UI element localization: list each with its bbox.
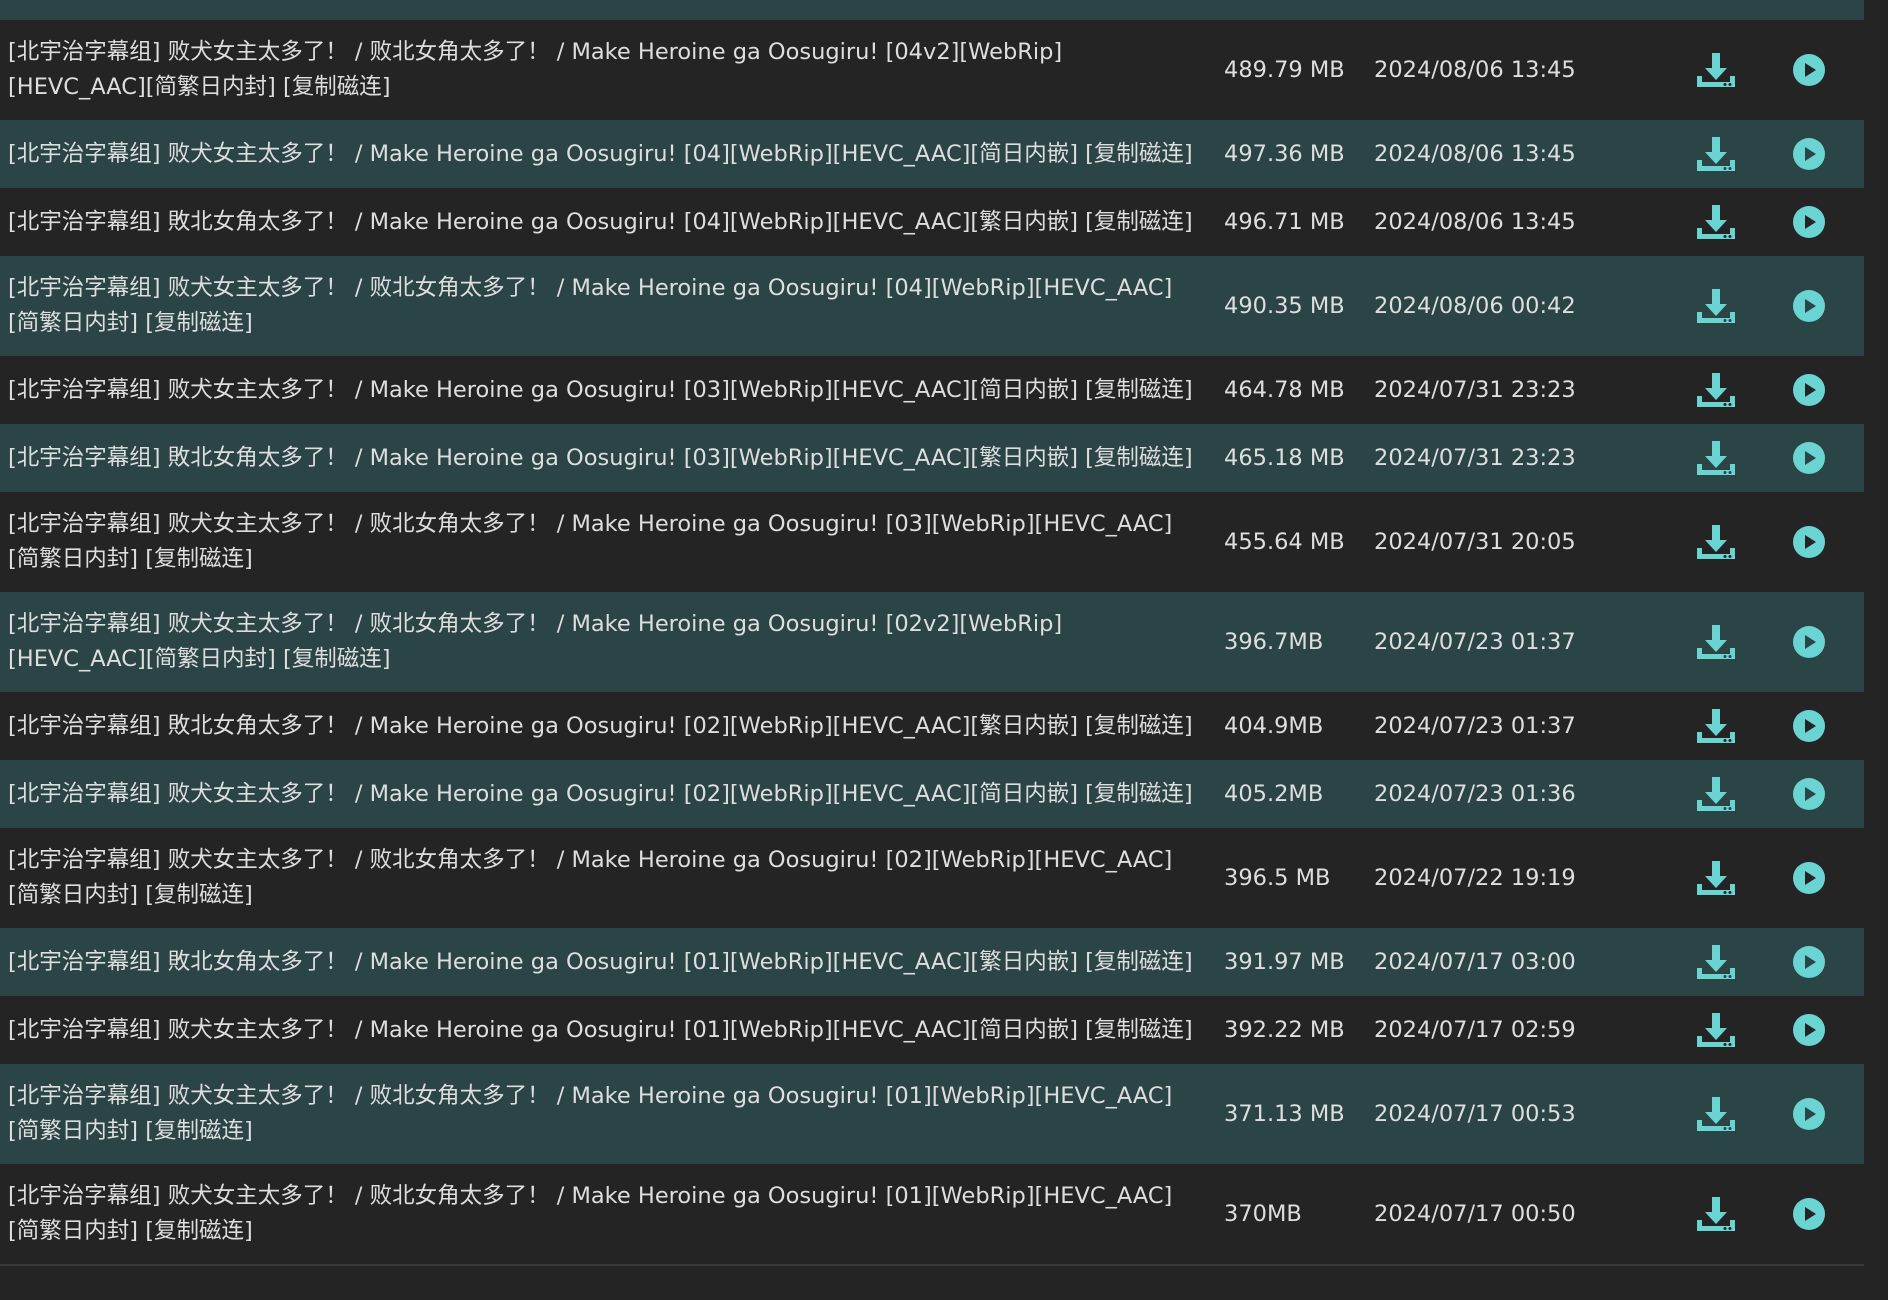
download-icon[interactable] bbox=[1694, 1010, 1738, 1050]
download-icon[interactable] bbox=[1694, 942, 1738, 982]
table-row: [北宇治字幕组] 敗北女角太多了！ / Make Heroine ga Oosu… bbox=[0, 188, 1864, 256]
download-icon[interactable] bbox=[1694, 50, 1738, 90]
download-icon[interactable] bbox=[1694, 370, 1738, 410]
torrent-title-link[interactable]: [北宇治字幕组] 敗北女角太多了！ / Make Heroine ga Oosu… bbox=[8, 945, 1203, 980]
upload-date: 2024/07/17 02:59 bbox=[1374, 1017, 1576, 1043]
torrent-title-link[interactable]: [北宇治字幕组] 败犬女主太多了！ / 败北女角太多了！ / Make Hero… bbox=[8, 35, 1203, 105]
torrent-title-link[interactable]: [北宇治字幕组] 败犬女主太多了！ / Make Heroine ga Oosu… bbox=[8, 137, 1203, 172]
torrent-title-link[interactable]: [北宇治字幕组] 败犬女主太多了！ / 败北女角太多了！ / Make Hero… bbox=[8, 271, 1203, 341]
play-icon[interactable] bbox=[1792, 625, 1826, 659]
upload-date: 2024/07/17 03:00 bbox=[1374, 949, 1576, 975]
play-icon[interactable] bbox=[1792, 289, 1826, 323]
file-size: 392.22 MB bbox=[1224, 1017, 1345, 1043]
play-icon[interactable] bbox=[1792, 945, 1826, 979]
table-row: [北宇治字幕组] 败犬女主太多了！ / 败北女角太多了！ / Make Hero… bbox=[0, 20, 1864, 120]
upload-date: 2024/07/31 23:23 bbox=[1374, 445, 1576, 471]
table-row: [北宇治字幕组] 败犬女主太多了！ / 败北女角太多了！ / Make Hero… bbox=[0, 256, 1864, 356]
upload-date: 2024/08/06 13:45 bbox=[1374, 141, 1576, 167]
upload-date: 2024/07/17 00:50 bbox=[1374, 1201, 1576, 1227]
torrent-title-link[interactable]: [北宇治字幕组] 败犬女主太多了！ / Make Heroine ga Oosu… bbox=[8, 1013, 1203, 1048]
file-size: 464.78 MB bbox=[1224, 377, 1345, 403]
torrent-title-link[interactable]: [北宇治字幕组] 败犬女主太多了！ / 败北女角太多了！ / Make Hero… bbox=[8, 1079, 1203, 1149]
play-icon[interactable] bbox=[1792, 205, 1826, 239]
download-icon[interactable] bbox=[1694, 438, 1738, 478]
table-row: [北宇治字幕组] 败犬女主太多了！ / 败北女角太多了！ / Make Hero… bbox=[0, 1164, 1864, 1264]
file-size: 370MB bbox=[1224, 1201, 1302, 1227]
download-icon[interactable] bbox=[1694, 522, 1738, 562]
file-size: 396.5 MB bbox=[1224, 865, 1331, 891]
file-size: 496.71 MB bbox=[1224, 209, 1345, 235]
file-size: 465.18 MB bbox=[1224, 445, 1345, 471]
upload-date: 2024/08/06 00:42 bbox=[1374, 293, 1576, 319]
table-row: [北宇治字幕组] 败犬女主太多了！ / 败北女角太多了！ / Make Hero… bbox=[0, 592, 1864, 692]
file-size: 497.36 MB bbox=[1224, 141, 1345, 167]
download-icon[interactable] bbox=[1694, 134, 1738, 174]
upload-date: 2024/07/23 01:37 bbox=[1374, 713, 1576, 739]
play-icon[interactable] bbox=[1792, 53, 1826, 87]
play-icon[interactable] bbox=[1792, 137, 1826, 171]
file-size: 391.97 MB bbox=[1224, 949, 1345, 975]
upload-date: 2024/07/22 19:19 bbox=[1374, 865, 1576, 891]
table-row: [北宇治字幕组] 敗北女角太多了！ / Make Heroine ga Oosu… bbox=[0, 424, 1864, 492]
table-row: [北宇治字幕组] 败犬女主太多了！ / Make Heroine ga Oosu… bbox=[0, 356, 1864, 424]
file-size: 490.35 MB bbox=[1224, 293, 1345, 319]
download-icon[interactable] bbox=[1694, 202, 1738, 242]
download-icon[interactable] bbox=[1694, 622, 1738, 662]
play-icon[interactable] bbox=[1792, 441, 1826, 475]
download-icon[interactable] bbox=[1694, 858, 1738, 898]
table-row: [北宇治字幕组] 敗北女角太多了！ / Make Heroine ga Oosu… bbox=[0, 692, 1864, 760]
torrent-title-link[interactable]: [北宇治字幕组] 敗北女角太多了！ / Make Heroine ga Oosu… bbox=[8, 441, 1203, 476]
play-icon[interactable] bbox=[1792, 777, 1826, 811]
torrent-title-link[interactable]: [北宇治字幕组] 败犬女主太多了！ / Make Heroine ga Oosu… bbox=[8, 373, 1203, 408]
table-row: [北宇治字幕组] 敗北女角太多了！ / Make Heroine ga Oosu… bbox=[0, 928, 1864, 996]
play-icon[interactable] bbox=[1792, 1097, 1826, 1131]
table-row: [北宇治字幕组] 败犬女主太多了！ / 败北女角太多了！ / Make Hero… bbox=[0, 828, 1864, 928]
torrent-title-link[interactable]: [北宇治字幕组] 败犬女主太多了！ / Make Heroine ga Oosu… bbox=[8, 777, 1203, 812]
upload-date: 2024/07/31 20:05 bbox=[1374, 529, 1576, 555]
table-row: [北宇治字幕组] 败犬女主太多了！ / Make Heroine ga Oosu… bbox=[0, 996, 1864, 1064]
upload-date: 2024/08/06 13:45 bbox=[1374, 209, 1576, 235]
table-header-strip bbox=[0, 0, 1864, 20]
upload-date: 2024/07/17 00:53 bbox=[1374, 1101, 1576, 1127]
table-row: [北宇治字幕组] 败犬女主太多了！ / Make Heroine ga Oosu… bbox=[0, 760, 1864, 828]
play-icon[interactable] bbox=[1792, 861, 1826, 895]
file-size: 455.64 MB bbox=[1224, 529, 1345, 555]
upload-date: 2024/08/06 13:45 bbox=[1374, 57, 1576, 83]
file-size: 489.79 MB bbox=[1224, 57, 1345, 83]
torrent-table: [北宇治字幕组] 败犬女主太多了！ / 败北女角太多了！ / Make Hero… bbox=[0, 20, 1864, 1266]
torrent-title-link[interactable]: [北宇治字幕组] 败犬女主太多了！ / 败北女角太多了！ / Make Hero… bbox=[8, 1179, 1203, 1249]
torrent-title-link[interactable]: [北宇治字幕组] 敗北女角太多了！ / Make Heroine ga Oosu… bbox=[8, 709, 1203, 744]
table-row: [北宇治字幕组] 败犬女主太多了！ / Make Heroine ga Oosu… bbox=[0, 120, 1864, 188]
download-icon[interactable] bbox=[1694, 286, 1738, 326]
torrent-title-link[interactable]: [北宇治字幕组] 败犬女主太多了！ / 败北女角太多了！ / Make Hero… bbox=[8, 607, 1203, 677]
torrent-title-link[interactable]: [北宇治字幕组] 敗北女角太多了！ / Make Heroine ga Oosu… bbox=[8, 205, 1203, 240]
torrent-title-link[interactable]: [北宇治字幕组] 败犬女主太多了！ / 败北女角太多了！ / Make Hero… bbox=[8, 507, 1203, 577]
play-icon[interactable] bbox=[1792, 525, 1826, 559]
download-icon[interactable] bbox=[1694, 1194, 1738, 1234]
table-row: [北宇治字幕组] 败犬女主太多了！ / 败北女角太多了！ / Make Hero… bbox=[0, 1064, 1864, 1164]
file-size: 404.9MB bbox=[1224, 713, 1324, 739]
file-size: 396.7MB bbox=[1224, 629, 1324, 655]
download-icon[interactable] bbox=[1694, 774, 1738, 814]
upload-date: 2024/07/31 23:23 bbox=[1374, 377, 1576, 403]
file-size: 371.13 MB bbox=[1224, 1101, 1345, 1127]
file-size: 405.2MB bbox=[1224, 781, 1324, 807]
download-icon[interactable] bbox=[1694, 1094, 1738, 1134]
play-icon[interactable] bbox=[1792, 373, 1826, 407]
torrent-title-link[interactable]: [北宇治字幕组] 败犬女主太多了！ / 败北女角太多了！ / Make Hero… bbox=[8, 843, 1203, 913]
play-icon[interactable] bbox=[1792, 1013, 1826, 1047]
upload-date: 2024/07/23 01:37 bbox=[1374, 629, 1576, 655]
download-icon[interactable] bbox=[1694, 706, 1738, 746]
upload-date: 2024/07/23 01:36 bbox=[1374, 781, 1576, 807]
play-icon[interactable] bbox=[1792, 1197, 1826, 1231]
play-icon[interactable] bbox=[1792, 709, 1826, 743]
table-row: [北宇治字幕组] 败犬女主太多了！ / 败北女角太多了！ / Make Hero… bbox=[0, 492, 1864, 592]
